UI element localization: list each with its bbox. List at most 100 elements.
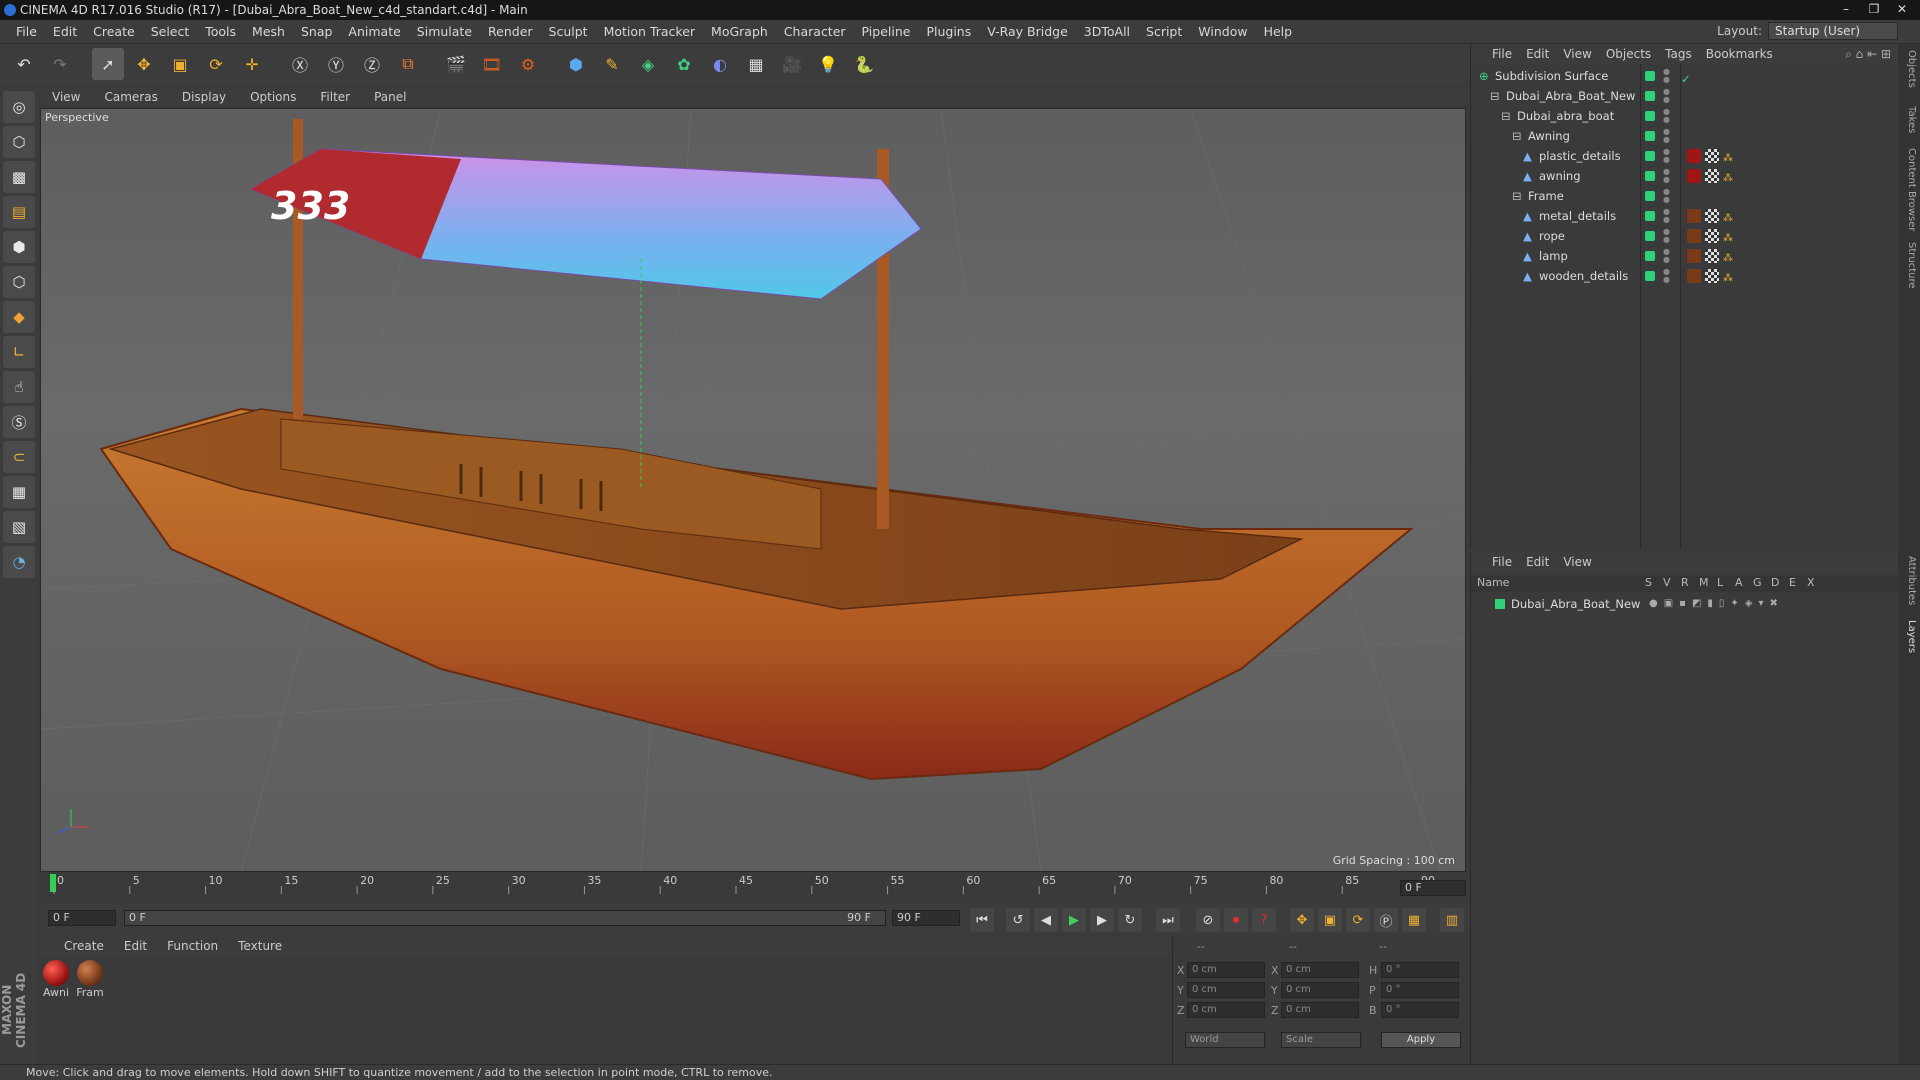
visibility-toggle-icon[interactable]: ● ● — [1663, 268, 1670, 284]
redo-icon[interactable]: ↷ — [44, 48, 76, 80]
scale-icon[interactable]: ▣ — [164, 48, 196, 80]
material-tag-icon[interactable] — [1687, 269, 1701, 283]
visibility-toggle-icon[interactable]: ● ● — [1663, 148, 1670, 164]
live-selection-icon[interactable]: ➚ — [92, 48, 124, 80]
autokey-icon[interactable]: ? — [1252, 908, 1276, 932]
points-mode-icon[interactable]: ⬢ — [3, 231, 35, 263]
light-icon[interactable]: 💡 — [812, 48, 844, 80]
polygons-mode-icon[interactable]: ◆ — [3, 301, 35, 333]
material-menu-create[interactable]: Create — [40, 939, 114, 953]
record-icon[interactable]: ⏺ — [1224, 908, 1248, 932]
render-settings-icon[interactable]: ⚙ — [512, 48, 544, 80]
undo-icon[interactable]: ↶ — [8, 48, 40, 80]
visibility-toggle-icon[interactable]: ● ● — [1663, 88, 1670, 104]
menu-render[interactable]: Render — [480, 24, 541, 39]
minimize-icon[interactable]: – — [1834, 1, 1858, 17]
go-to-end-icon[interactable]: ⏭ — [1156, 908, 1180, 932]
phong-tag-icon[interactable]: ⁂ — [1723, 149, 1737, 164]
play-icon[interactable]: ▶ — [1062, 908, 1086, 932]
array-icon[interactable]: ✿ — [668, 48, 700, 80]
rotation-h-field[interactable]: 0 ° — [1381, 962, 1459, 978]
position-z-field[interactable]: 0 cm — [1187, 1002, 1265, 1018]
subdivision-icon[interactable]: ◈ — [632, 48, 664, 80]
objects-menu-objects[interactable]: Objects — [1599, 47, 1658, 61]
objects-menu-view[interactable]: View — [1556, 47, 1598, 61]
phong-tag-icon[interactable]: ⁂ — [1723, 169, 1737, 184]
edges-mode-icon[interactable]: ⬡ — [3, 266, 35, 298]
rotate-icon[interactable]: ⟳ — [200, 48, 232, 80]
viewport-menu-display[interactable]: Display — [170, 90, 238, 104]
uvw-tag-icon[interactable] — [1705, 269, 1719, 283]
pen-spline-icon[interactable]: ✎ — [596, 48, 628, 80]
layer-color-indicator[interactable] — [1645, 71, 1655, 81]
visibility-toggle-icon[interactable]: ● ● — [1663, 168, 1670, 184]
object-row[interactable]: ▲ plastic_details ● ● ⁂ — [1471, 146, 1899, 166]
next-frame-icon[interactable]: ▶ — [1090, 908, 1114, 932]
layer-row[interactable]: Dubai_Abra_Boat_New ●▣▪◩▮▯✦◈▾✖ — [1471, 594, 1899, 614]
object-search-icon[interactable]: ⌕ ⌂ ⇤ ⊞ — [1845, 47, 1891, 62]
tab-structure[interactable]: Structure — [1901, 242, 1917, 289]
objects-menu-edit[interactable]: Edit — [1519, 47, 1556, 61]
timeline-layout-icon[interactable]: ▥ — [1440, 908, 1464, 932]
timeline-ruler[interactable]: 051015202530354045505560657075808590 — [40, 872, 1466, 896]
menu-select[interactable]: Select — [143, 24, 198, 39]
magnet-icon[interactable]: ⊂ — [3, 441, 35, 473]
size-y-field[interactable]: 0 cm — [1281, 982, 1359, 998]
move-icon[interactable]: ✥ — [128, 48, 160, 80]
material-frame[interactable]: Fram — [74, 960, 106, 999]
workplane-icon[interactable]: ▤ — [3, 196, 35, 228]
material-tag-icon[interactable] — [1687, 169, 1701, 183]
size-z-field[interactable]: 0 cm — [1281, 1002, 1359, 1018]
menu-character[interactable]: Character — [776, 24, 854, 39]
uvw-tag-icon[interactable] — [1705, 249, 1719, 263]
objects-menu-bookmarks[interactable]: Bookmarks — [1699, 47, 1780, 61]
key-scale-icon[interactable]: ▣ — [1318, 908, 1342, 932]
layer-color-indicator[interactable] — [1645, 231, 1655, 241]
object-row[interactable]: ⊟ Dubai_Abra_Boat_New ● ● — [1471, 86, 1899, 106]
size-mode-dropdown[interactable]: Scale — [1281, 1032, 1361, 1048]
deformer-icon[interactable]: ◐ — [704, 48, 736, 80]
uvw-tag-icon[interactable] — [1705, 229, 1719, 243]
menu-tools[interactable]: Tools — [197, 24, 244, 39]
rotation-b-field[interactable]: 0 ° — [1381, 1002, 1459, 1018]
python-script-icon[interactable]: ◔ — [3, 546, 35, 578]
frame-range-slider[interactable]: 0 F 90 F — [124, 910, 886, 926]
previous-key-icon[interactable]: ↺ — [1006, 908, 1030, 932]
uvw-tag-icon[interactable] — [1705, 169, 1719, 183]
key-rotation-icon[interactable]: ⟳ — [1346, 908, 1370, 932]
layer-toggle-icons[interactable]: ●▣▪◩▮▯✦◈▾✖ — [1649, 594, 1784, 614]
lock-workplane-icon[interactable]: ▦ — [3, 476, 35, 508]
axis-mode-icon[interactable]: ∟ — [3, 336, 35, 368]
python-icon[interactable]: 🐍 — [848, 48, 880, 80]
phong-tag-icon[interactable]: ⁂ — [1723, 229, 1737, 244]
layer-color-indicator[interactable] — [1645, 211, 1655, 221]
next-key-icon[interactable]: ↻ — [1118, 908, 1142, 932]
object-row[interactable]: ⊟ Frame ● ● — [1471, 186, 1899, 206]
render-picture-viewer-icon[interactable]: 🎞 — [476, 48, 508, 80]
snap-icon[interactable]: Ⓢ — [3, 406, 35, 438]
menu-vray-bridge[interactable]: V-Ray Bridge — [979, 24, 1076, 39]
enabled-check-icon[interactable]: ✓ — [1681, 69, 1695, 86]
object-row[interactable]: ▲ awning ● ● ⁂ — [1471, 166, 1899, 186]
material-tag-icon[interactable] — [1687, 209, 1701, 223]
tab-layers[interactable]: Layers — [1901, 620, 1917, 653]
object-row[interactable]: ⊕ Subdivision Surface ● ● ✓ — [1471, 66, 1899, 87]
phong-tag-icon[interactable]: ⁂ — [1723, 209, 1737, 224]
transform-icon[interactable]: ✛ — [236, 48, 268, 80]
key-parameter-icon[interactable]: Ⓟ — [1374, 908, 1398, 932]
position-x-field[interactable]: 0 cm — [1187, 962, 1265, 978]
visibility-toggle-icon[interactable]: ● ● — [1663, 248, 1670, 264]
material-awning[interactable]: Awni — [40, 960, 72, 999]
layout-dropdown[interactable]: Startup (User) — [1768, 22, 1898, 40]
viewport-menu-filter[interactable]: Filter — [308, 90, 362, 104]
object-row[interactable]: ⊟ Awning ● ● — [1471, 126, 1899, 146]
apply-button[interactable]: Apply — [1381, 1032, 1461, 1048]
material-menu-edit[interactable]: Edit — [114, 939, 157, 953]
go-to-start-icon[interactable]: ⏮ — [970, 908, 994, 932]
timeline-current-frame[interactable]: 0 F — [1400, 880, 1466, 896]
visibility-toggle-icon[interactable]: ● ● — [1663, 188, 1670, 204]
menu-script[interactable]: Script — [1138, 24, 1190, 39]
key-pla-icon[interactable]: ▦ — [1402, 908, 1426, 932]
object-row[interactable]: ▲ lamp ● ● ⁂ — [1471, 246, 1899, 266]
object-row[interactable]: ▲ metal_details ● ● ⁂ — [1471, 206, 1899, 226]
